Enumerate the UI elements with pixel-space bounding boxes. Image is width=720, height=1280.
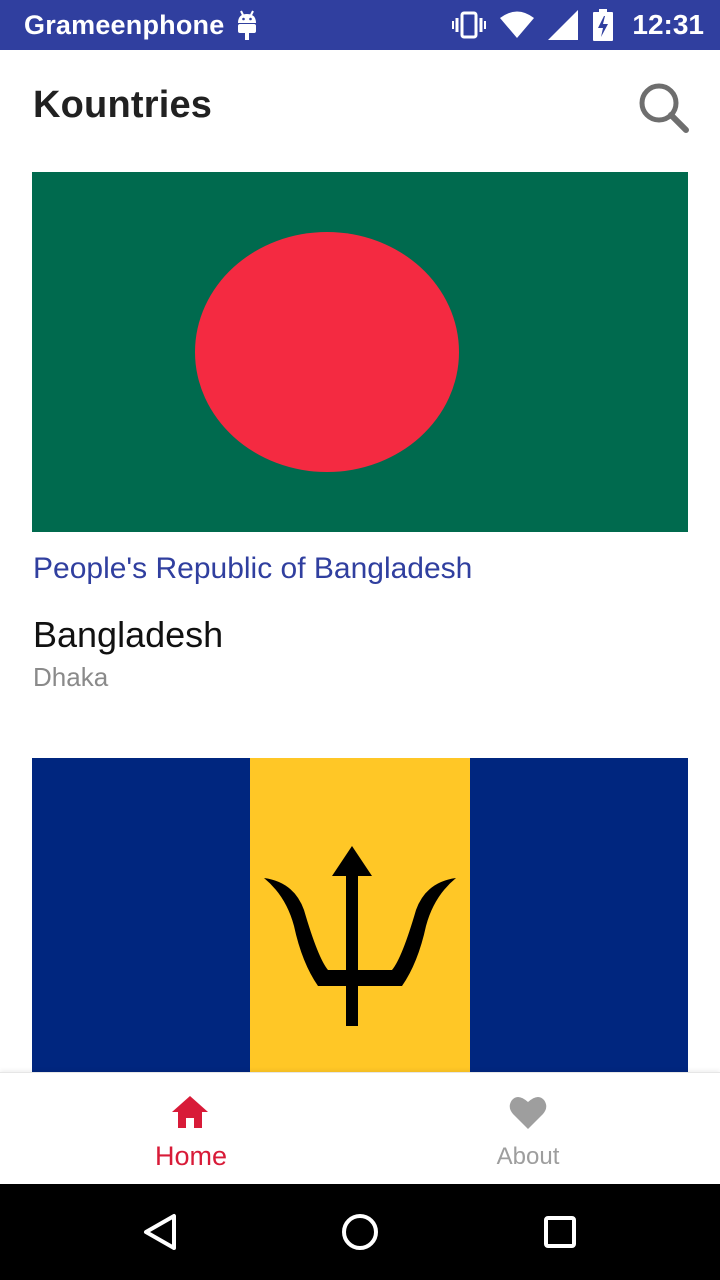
home-icon [172,1096,208,1128]
status-time: 12:31 [632,9,704,40]
country-card-barbados[interactable] [0,758,720,1072]
nav-about-label: About [496,1143,560,1170]
official-name: People's Republic of Bangladesh [33,552,473,585]
country-card-bangladesh[interactable]: People's Republic of Bangladesh Banglade… [0,166,720,758]
country-name: Bangladesh [33,614,224,655]
nav-about[interactable]: About [360,1073,720,1185]
wifi-icon [500,11,535,38]
status-bar: Grameenphone 12:31 [0,0,720,50]
home-circle-icon[interactable] [336,1208,384,1256]
nav-home-label: Home [154,1141,228,1171]
bottom-navigation: Home About [0,1072,720,1184]
recents-icon[interactable] [536,1208,584,1256]
heart-icon [509,1096,547,1129]
system-navigation-bar [0,1184,720,1280]
back-icon[interactable] [136,1208,184,1256]
vibrate-icon [452,11,487,39]
nav-home[interactable]: Home [0,1073,360,1185]
status-icons: 12:31 [452,9,704,41]
flag-image [32,172,688,532]
carrier-name: Grameenphone [24,9,225,40]
app-bar: Kountries [0,50,720,166]
country-list[interactable]: People's Republic of Bangladesh Banglade… [0,166,720,1072]
capital-name: Dhaka [33,662,109,692]
battery-charging-icon [593,9,614,41]
signal-icon [548,10,579,40]
app-title: Kountries [33,84,213,126]
android-debug-icon [238,10,257,40]
flag-image [32,758,688,1072]
search-icon[interactable] [636,80,692,136]
